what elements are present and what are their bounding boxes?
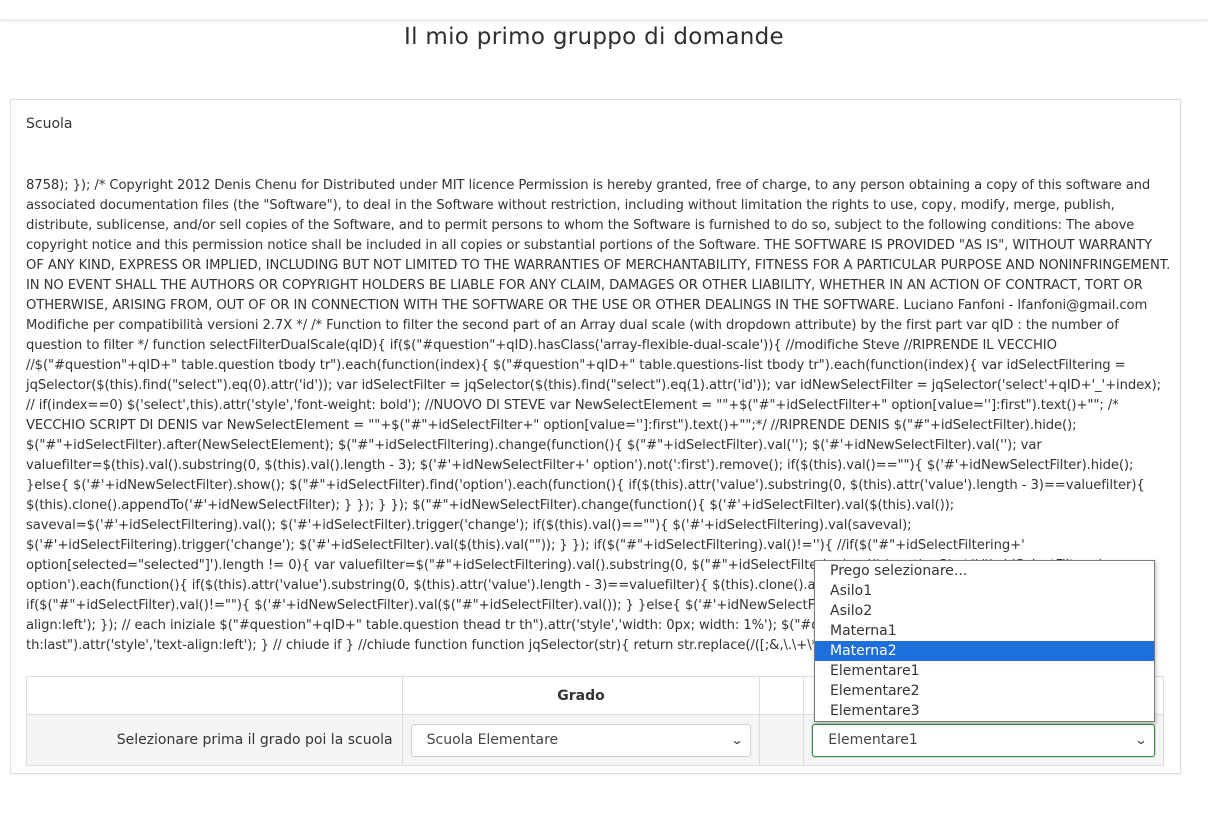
dropdown-option[interactable]: Elementare1 <box>815 661 1154 681</box>
grado-cell: Scuola Elementare ⌄ <box>401 714 761 766</box>
scuola-cell: Elementare1 ⌄ <box>803 714 1164 766</box>
dropdown-option[interactable]: Asilo1 <box>815 581 1154 601</box>
chevron-down-icon: ⌄ <box>1134 733 1148 747</box>
dropdown-option[interactable]: Materna1 <box>815 621 1154 641</box>
grado-select-value: Scuola Elementare <box>426 732 559 748</box>
group-title: Il mio primo gruppo di domande <box>404 24 784 50</box>
dropdown-option[interactable]: Prego selezionare... <box>815 561 1154 581</box>
table-row: Selezionare prima il grado poi la scuola… <box>26 714 1164 766</box>
question-label: Scuola <box>26 116 73 132</box>
separator-cell <box>759 714 805 766</box>
dropdown-option[interactable]: Elementare2 <box>815 681 1154 701</box>
dropdown-option[interactable]: Elementare3 <box>815 701 1154 721</box>
header-separator <box>759 676 805 715</box>
scuola-select[interactable]: Elementare1 ⌄ <box>812 723 1155 757</box>
dropdown-option[interactable]: Asilo2 <box>815 601 1154 621</box>
chevron-down-icon: ⌄ <box>730 733 744 747</box>
header-grado: Grado <box>401 676 761 715</box>
row-label: Selezionare prima il grado poi la scuola <box>26 714 403 766</box>
dropdown-option[interactable]: Materna2 <box>815 641 1154 661</box>
scuola-dropdown-list[interactable]: Prego selezionare... Asilo1 Asilo2 Materna1… <box>814 560 1155 722</box>
header-empty <box>26 676 403 715</box>
scuola-select-value: Elementare1 <box>828 732 918 748</box>
grado-select[interactable]: Scuola Elementare ⌄ <box>410 723 752 757</box>
top-navbar <box>0 0 1208 20</box>
